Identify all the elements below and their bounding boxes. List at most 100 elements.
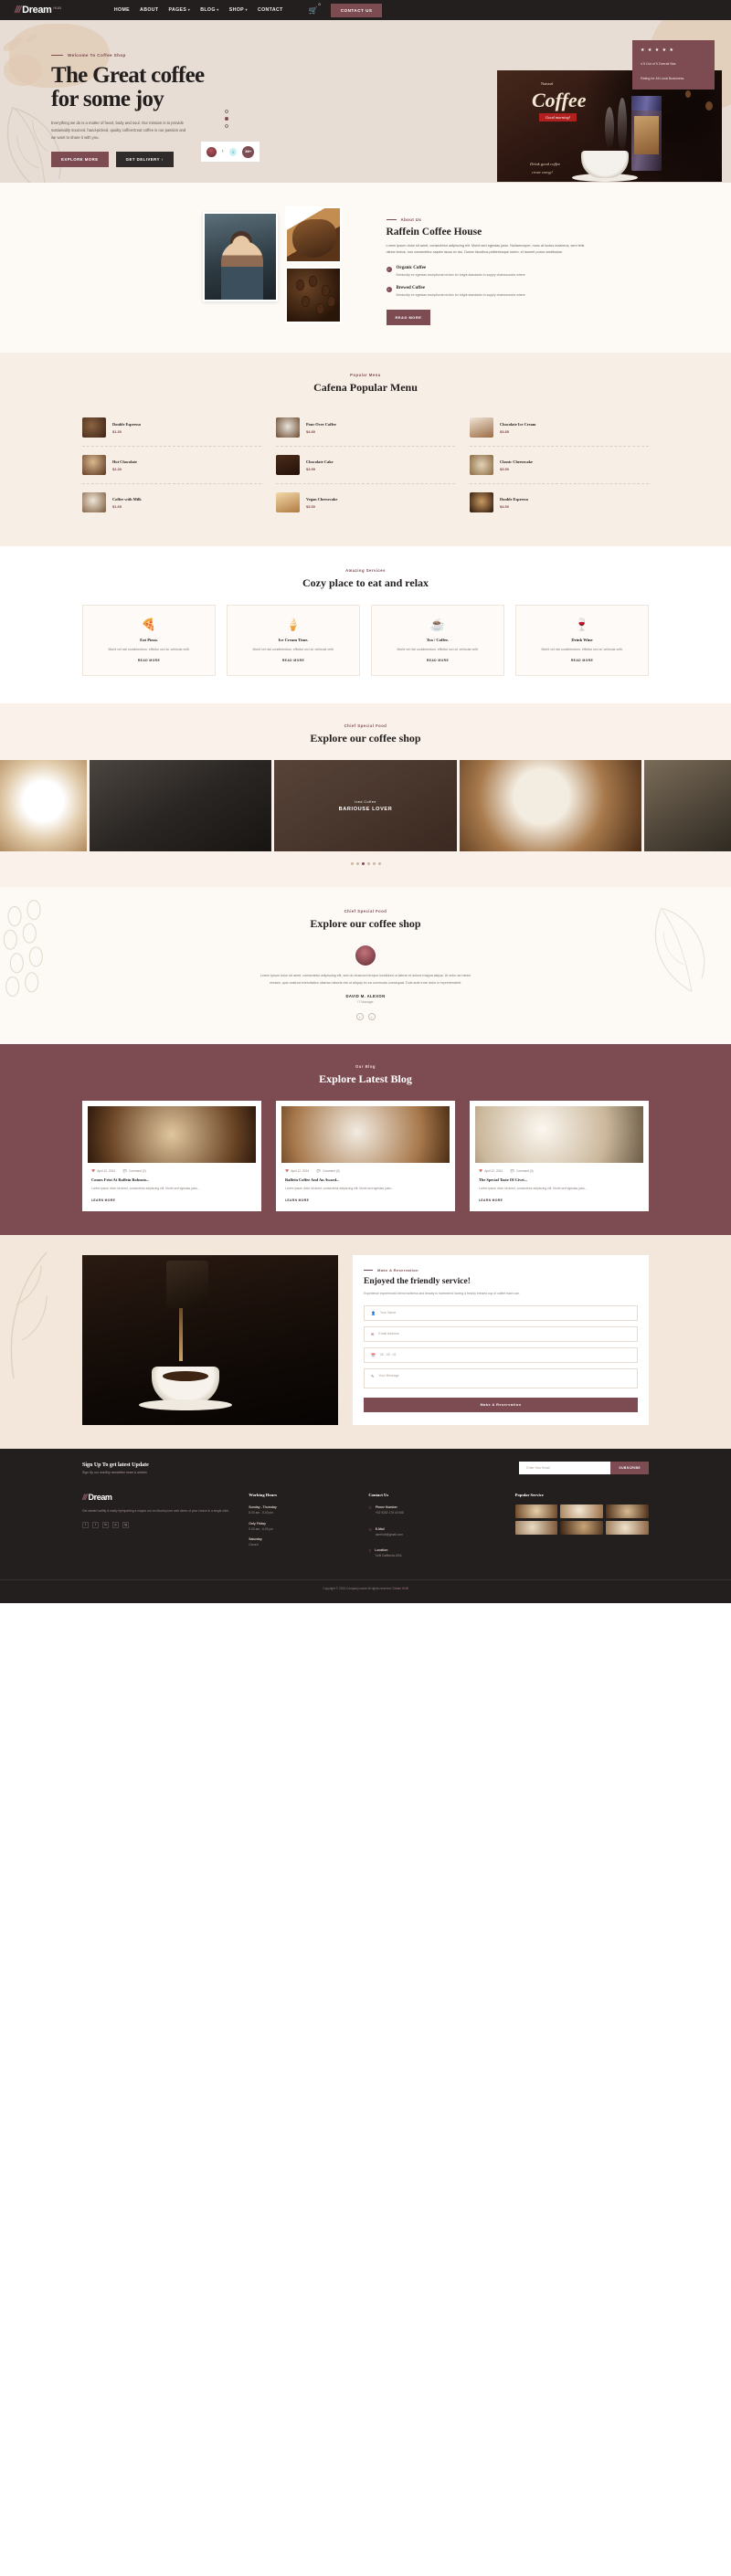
gallery-dot-2[interactable] [355,862,359,866]
pinterest-icon[interactable]: p [112,1521,119,1528]
gallery-image[interactable] [89,760,272,852]
slider-dot-1[interactable] [225,110,228,113]
menu-item-price: $3.50 [500,466,510,471]
gallery-image-featured[interactable]: Iced Coffee BARIOUSE LOVER [274,760,457,852]
service-read-more[interactable]: READ MORE [92,659,206,662]
coffee-beans-decoration-icon [3,900,43,998]
services-title: Cozy place to eat and relax [302,576,429,589]
reservation-form: Make A Reservation Enjoyed the friendly … [353,1255,649,1425]
blog-learn-more[interactable]: LEARN MORE [475,1198,643,1202]
prev-arrow-icon[interactable]: ‹ [355,1013,364,1021]
contact-us-button[interactable]: CONTACT US [330,3,383,17]
instagram-icon[interactable]: ig [122,1521,129,1528]
chevron-right-icon[interactable]: › [222,149,224,154]
service-card[interactable]: 🍷 Drink Wine Morbi vel nisi condimentum,… [515,605,649,677]
twitter-icon[interactable]: t [92,1521,99,1528]
service-read-more[interactable]: READ MORE [237,659,350,662]
gallery-dot-5[interactable] [372,862,376,866]
blog-learn-more[interactable]: LEARN MORE [281,1198,450,1202]
menu-item-name: Classic Cheesecake [500,459,533,464]
mail-icon: ✉ [371,1331,375,1336]
menu-item[interactable]: Double Espresso $4.50 [470,484,649,521]
service-read-more[interactable]: READ MORE [525,659,639,662]
linkedin-icon[interactable]: in [102,1521,109,1528]
menu-item-image [82,417,106,438]
menu-item[interactable]: Vegan Cheesecake $3.50 [276,484,455,521]
gallery-dot-6[interactable] [377,862,381,866]
press-widget[interactable]: › S 3M+ [201,142,260,162]
menu-item-price: $1.65 [112,503,122,509]
blog-card[interactable]: 📅 April 10, 2024 💬 Comment (2) Comes Frist… [82,1101,261,1212]
nav-item-about[interactable]: ABOUT [140,7,158,13]
blog-card[interactable]: 📅 April 12, 2024 💬 Comment (0) Raffein Cof… [276,1101,455,1212]
services-section: Amazing Services Cozy place to eat and r… [0,546,731,704]
site-logo[interactable]: /// Dream HUB [15,5,61,16]
facebook-icon[interactable]: f [82,1521,89,1528]
nav-item-pages[interactable]: PAGES ▾ [169,7,191,13]
product-thumbnail[interactable] [560,1504,604,1519]
make-reservation-button[interactable]: Make A Reservation [364,1397,638,1412]
message-field[interactable]: ✎ Your Message [364,1367,638,1388]
subscribe-button[interactable]: SUBSCRIBE [610,1462,649,1475]
service-card[interactable]: 🍕 Eat Pizza. Morbi vel nisi condimentum,… [82,605,216,677]
contact-label: E-Mail [375,1526,385,1531]
nav-item-contact[interactable]: CONTACT [258,7,283,13]
product-thumbnail[interactable] [514,1521,558,1536]
menu-item[interactable]: Chocolate Cake $3.99 [276,447,455,484]
rating-text-line-1: 4.5 Out of 5 Overall Star [641,62,676,66]
nav-item-home[interactable]: HOME [114,7,130,13]
menu-item[interactable]: Coffee with Milk $1.65 [82,484,261,521]
gallery-image[interactable] [644,760,731,852]
menu-item[interactable]: Classic Cheesecake $3.50 [470,447,649,484]
calendar-icon: 📅 [479,1169,483,1174]
email-field[interactable]: ✉ Email Address [364,1325,638,1342]
nav-item-shop[interactable]: SHOP ▾ [229,7,248,13]
copyright-link[interactable]: Dream HUB [393,1587,408,1590]
newsletter-email-input[interactable]: Enter Your Email [519,1462,611,1475]
menu-item-image [276,455,300,475]
footer-logo[interactable]: /// Dream [82,1493,236,1502]
about-read-more-button[interactable]: READ MORE [386,309,431,325]
slider-dot-3[interactable] [225,124,228,128]
date-field[interactable]: 📅 06 : 05 : 02 [364,1346,638,1363]
next-arrow-icon[interactable]: › [367,1013,376,1021]
hours-time: 8.00 am - 5.00 pm [249,1511,274,1515]
blog-post-title: The Special Taste Of Civet... [479,1177,528,1183]
gallery-dot-3[interactable] [361,862,365,866]
gallery-image[interactable] [0,760,87,852]
nav-item-blog[interactable]: BLOG ▾ [200,7,219,13]
menu-item[interactable]: Hot Chocolate $2.30 [82,447,261,484]
hours-row: Sunday - Thursday 8.00 am - 5.00 pm [249,1504,355,1515]
avatar [355,945,376,966]
blog-learn-more[interactable]: LEARN MORE [88,1198,256,1202]
blog-card[interactable]: 📅 April 12, 2024 💬 Comment (0) The Special… [470,1101,649,1212]
menu-item[interactable]: Double Espresso $1.30 [82,409,261,447]
product-thumbnail[interactable] [514,1504,558,1519]
gallery-dot-1[interactable] [350,862,354,866]
menu-item[interactable]: Pour Over Coffee $4.80 [276,409,455,447]
slider-dot-2[interactable] [225,117,228,121]
get-delivery-button[interactable]: GET DELIVERY › [115,152,174,168]
product-thumbnail[interactable] [560,1521,604,1536]
service-title: Tea / Coffee. [426,638,450,642]
contact-value[interactable]: +62 9282 178 44 648 [376,1511,404,1515]
hero-slider-dots[interactable] [225,110,228,128]
contact-row: ✉ E-Mail userhub@gmail.com [368,1526,502,1542]
gallery-title: Explore our coffee shop [310,732,421,745]
service-card[interactable]: ☕ Tea / Coffee. Morbi vel nisi condiment… [371,605,504,677]
gallery-dots[interactable] [0,862,731,866]
name-field[interactable]: 👤 Your Name [364,1304,638,1321]
contact-value[interactable]: userhub@gmail.com [376,1533,403,1536]
contact-row: ⚲ Location 7a/B California,USA [368,1547,502,1563]
menu-item[interactable]: Chocolate Ice Cream $3.85 [470,409,649,447]
service-read-more[interactable]: READ MORE [381,659,494,662]
gallery-dot-4[interactable] [366,862,370,866]
eyebrow-line [386,219,397,220]
cart-icon[interactable]: 🛒 0 [309,2,321,15]
product-thumbnail[interactable] [606,1521,649,1536]
product-thumbnail[interactable] [606,1504,649,1519]
explore-more-button[interactable]: EXPLORE MORE [51,152,109,168]
service-card[interactable]: 🍦 Ice Cream Time. Morbi vel nisi condime… [227,605,360,677]
gallery-image[interactable] [459,760,642,852]
footer-columns: /// Dream Get started swiftly & easily b… [82,1493,649,1568]
